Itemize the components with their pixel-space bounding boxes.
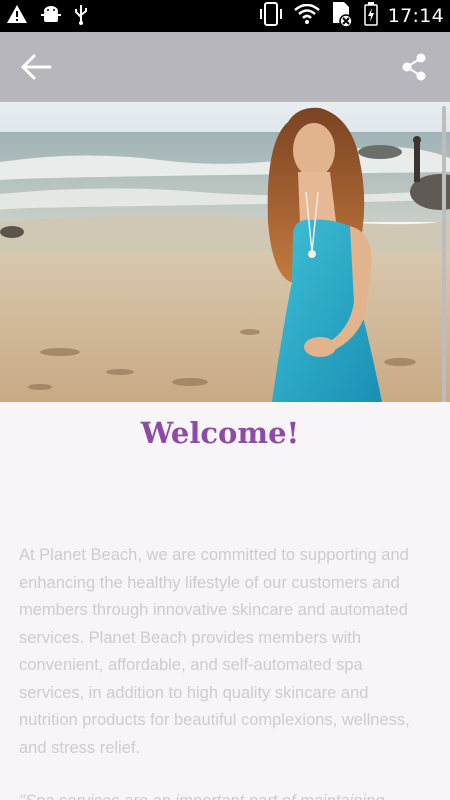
warning-icon (6, 4, 28, 29)
quote-text: "Spa services are an important part of m… (19, 788, 431, 800)
android-debug-icon (40, 3, 62, 30)
usb-icon (74, 3, 88, 30)
status-time: 17:14 (387, 5, 444, 27)
vibrate-icon (258, 1, 284, 31)
battery-charging-icon (363, 1, 378, 31)
share-button[interactable] (396, 49, 432, 85)
content-area: Welcome! At Planet Beach, we are committ… (0, 402, 450, 800)
arrow-left-icon (21, 54, 52, 80)
intro-paragraph: At Planet Beach, we are committed to sup… (19, 546, 410, 757)
share-icon (402, 53, 426, 81)
status-left (6, 3, 88, 30)
app-bar (0, 32, 450, 102)
status-right: 17:14 (258, 1, 444, 32)
status-bar: 17:14 (0, 0, 450, 32)
no-sim-icon (330, 1, 354, 32)
scrollbar[interactable] (442, 106, 446, 436)
back-button[interactable] (18, 49, 54, 85)
welcome-title: Welcome! (140, 416, 300, 450)
wifi-icon (293, 3, 320, 29)
hero-image (0, 102, 450, 402)
